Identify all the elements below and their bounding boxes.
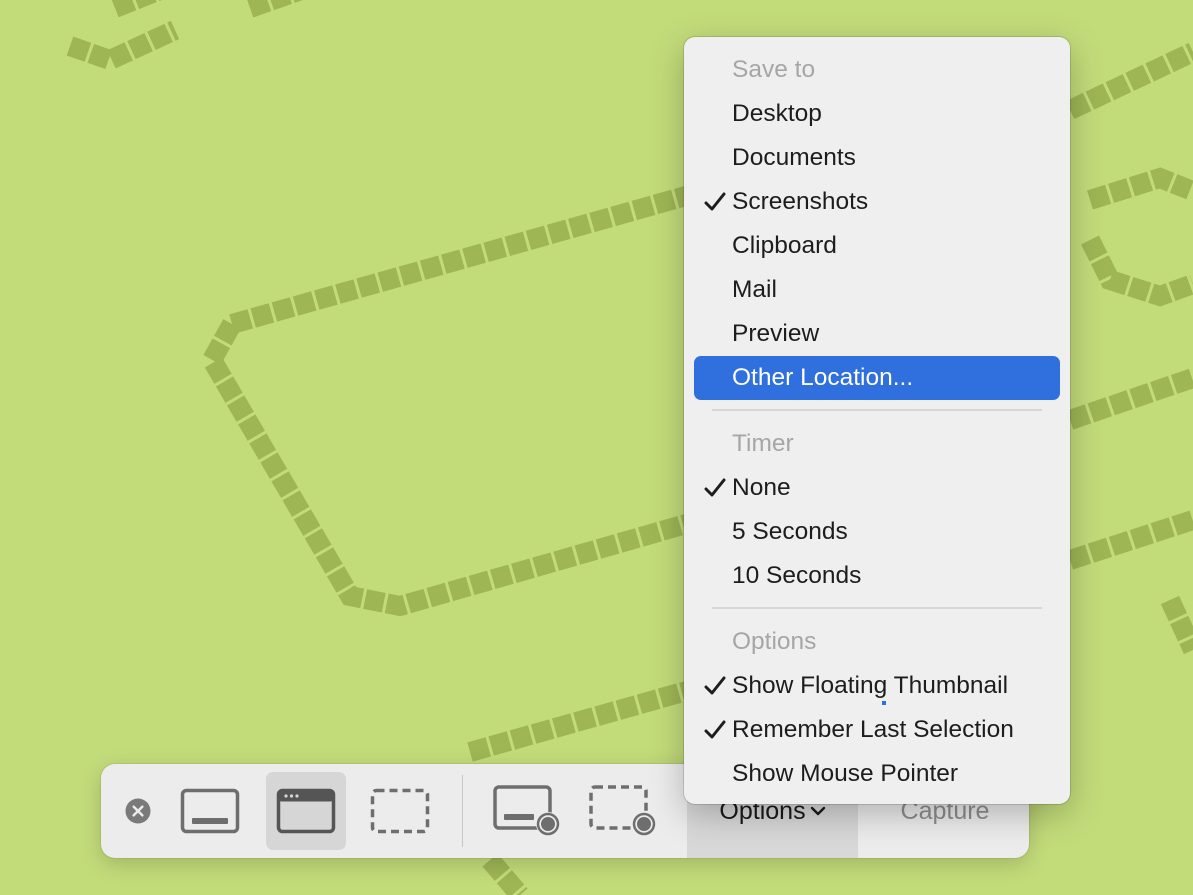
menu-item-show-floating-thumbnail[interactable]: Show Floating Thumbnail: [694, 664, 1060, 708]
text-cursor-marker: [882, 701, 886, 705]
menu-separator: [712, 409, 1042, 411]
checkmark-icon: [704, 708, 728, 752]
menu-item-clipboard[interactable]: Clipboard: [694, 224, 1060, 268]
record-entire-screen-button[interactable]: [487, 776, 567, 846]
toolbar-divider: [462, 775, 463, 847]
screen-icon: [180, 788, 240, 834]
capture-selected-portion-button[interactable]: [365, 776, 435, 846]
checkmark-icon: [704, 664, 728, 708]
menu-item-other-location[interactable]: Other Location...: [694, 356, 1060, 400]
menu-item-desktop[interactable]: Desktop: [694, 92, 1060, 136]
capture-selected-window-button[interactable]: [266, 772, 346, 850]
menu-header-save-to: Save to: [732, 56, 816, 83]
menu-item-mail[interactable]: Mail: [694, 268, 1060, 312]
menu-separator: [712, 607, 1042, 609]
menu-item-screenshots[interactable]: Screenshots: [694, 180, 1060, 224]
close-button[interactable]: [125, 798, 151, 824]
checkmark-icon: [704, 466, 728, 510]
chevron-down-icon: [810, 806, 825, 816]
checkmark-icon: [704, 180, 728, 224]
record-screen-icon: [493, 785, 560, 836]
menu-item-preview[interactable]: Preview: [694, 312, 1060, 356]
menu-item-timer-5-seconds[interactable]: 5 Seconds: [694, 510, 1060, 554]
dashed-selection-icon: [370, 788, 430, 834]
window-icon: [276, 788, 336, 834]
menu-item-documents[interactable]: Documents: [694, 136, 1060, 180]
menu-item-timer-10-seconds[interactable]: 10 Seconds: [694, 554, 1060, 598]
capture-entire-screen-button[interactable]: [175, 776, 245, 846]
menu-item-remember-last-selection[interactable]: Remember Last Selection: [694, 708, 1060, 752]
options-menu: Save to Desktop Documents Screenshots Cl…: [684, 37, 1070, 804]
close-circle-icon: [125, 798, 151, 824]
menu-header-timer: Timer: [732, 430, 794, 457]
record-selected-portion-button[interactable]: [583, 776, 663, 846]
menu-header-options: Options: [732, 628, 817, 655]
menu-item-timer-none[interactable]: None: [694, 466, 1060, 510]
menu-item-show-mouse-pointer[interactable]: Show Mouse Pointer: [694, 752, 1060, 796]
record-selection-icon: [589, 785, 656, 836]
